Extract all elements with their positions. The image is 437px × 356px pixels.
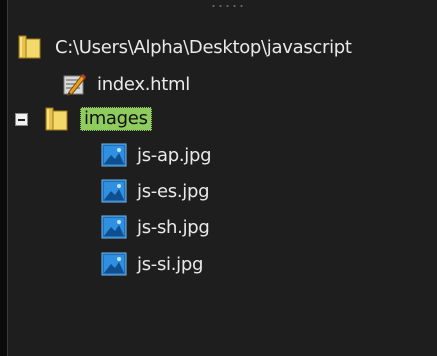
tree-item-label: js-ap.jpg (137, 144, 212, 166)
image-file-icon (100, 177, 128, 205)
tree-item-index-html[interactable]: index.html (60, 68, 190, 100)
tree-item-image-file[interactable]: js-si.jpg (100, 248, 203, 280)
panel-resize-grip[interactable] (210, 3, 246, 9)
tree-item-label-selected: images (80, 107, 152, 131)
tree-item-images-folder[interactable]: images (13, 103, 152, 135)
tree-item-image-file[interactable]: js-sh.jpg (100, 211, 210, 243)
tree-item-root-folder[interactable]: C:\Users\Alpha\Desktop\javascript (18, 31, 352, 63)
tree-item-image-file[interactable]: js-ap.jpg (100, 139, 212, 171)
tree-item-label: C:\Users\Alpha\Desktop\javascript (55, 36, 352, 58)
image-file-icon (100, 213, 128, 241)
file-tree-panel: C:\Users\Alpha\Desktop\javascript index.… (7, 0, 437, 356)
folder-icon (18, 33, 46, 61)
collapse-toggle-minus-icon[interactable] (15, 112, 28, 126)
image-file-icon (100, 141, 128, 169)
html-file-icon (60, 70, 88, 98)
image-file-icon (100, 250, 128, 278)
tree-item-label: index.html (97, 73, 190, 95)
folder-icon (45, 105, 73, 133)
tree-item-label: js-es.jpg (137, 180, 210, 202)
tree-item-label: js-sh.jpg (137, 216, 210, 238)
tree-item-label: js-si.jpg (137, 253, 204, 275)
tree-item-image-file[interactable]: js-es.jpg (100, 175, 210, 207)
